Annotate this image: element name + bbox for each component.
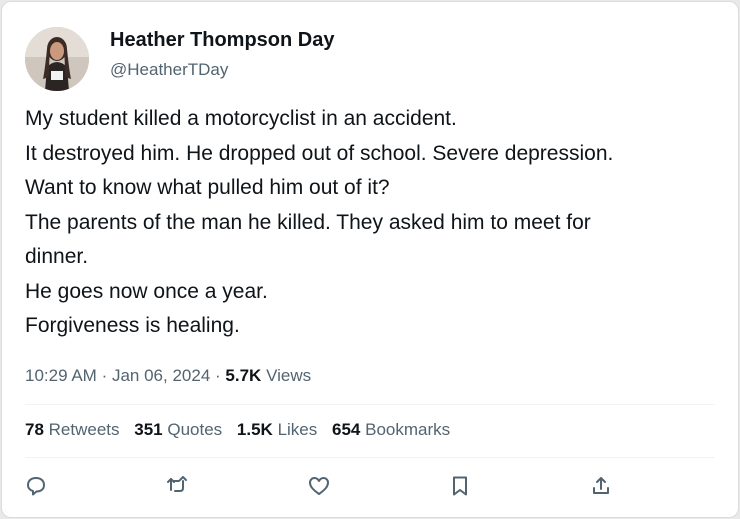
tweet-card: Heather Thompson Day @HeatherTDay My stu… xyxy=(1,1,739,518)
tweet-text: My student killed a motorcyclist in an a… xyxy=(25,102,715,344)
retweet-button[interactable] xyxy=(163,472,191,500)
retweets-count: 78 xyxy=(25,420,44,439)
tweet-time[interactable]: 10:29 AM xyxy=(25,366,97,385)
bookmark-button[interactable] xyxy=(446,472,474,500)
tweet-line: Forgiveness is healing. xyxy=(25,314,240,337)
engagement-stats: 78 Retweets 351 Quotes 1.5K Likes 654 Bo… xyxy=(25,420,460,440)
bookmarks-count: 654 xyxy=(332,420,361,439)
avatar[interactable] xyxy=(25,27,89,91)
quotes-count: 351 xyxy=(134,420,163,439)
views-label: Views xyxy=(266,366,312,385)
tweet-date[interactable]: Jan 06, 2024 xyxy=(112,366,210,385)
likes-stat[interactable]: 1.5K Likes xyxy=(237,420,317,439)
tweet-line: The parents of the man he killed. They a… xyxy=(25,210,591,234)
retweets-label: Retweets xyxy=(48,420,120,439)
bookmark-icon xyxy=(453,476,467,496)
tweet-line: dinner. xyxy=(25,245,89,268)
quotes-stat[interactable]: 351 Quotes xyxy=(134,420,222,439)
meta-separator: · xyxy=(101,366,108,385)
likes-count: 1.5K xyxy=(236,420,273,439)
avatar-image xyxy=(25,27,89,91)
bookmarks-stat[interactable]: 654 Bookmarks xyxy=(332,420,450,439)
tweet-line: My student killed a motorcyclist in an a… xyxy=(25,107,457,130)
tweet-line: He goes now once a year. xyxy=(25,279,268,303)
quotes-label: Quotes xyxy=(167,420,223,439)
tweet-line: Want to know what pulled him out of it? xyxy=(25,176,390,199)
tweet-meta: 10:29 AM · Jan 06, 2024 · 5.7K Views xyxy=(25,366,311,386)
author-name[interactable]: Heather Thompson Day xyxy=(110,29,334,52)
reply-button[interactable] xyxy=(22,472,50,500)
retweet-icon xyxy=(167,476,187,492)
retweets-stat[interactable]: 78 Retweets xyxy=(25,420,120,439)
likes-label: Likes xyxy=(277,420,318,439)
divider xyxy=(25,457,715,458)
divider xyxy=(25,404,715,405)
share-icon xyxy=(593,477,609,494)
tweet-line: It destroyed him. He dropped out of scho… xyxy=(25,141,614,165)
meta-separator: · xyxy=(215,366,221,385)
bookmarks-label: Bookmarks xyxy=(365,420,451,439)
like-button[interactable] xyxy=(305,472,333,500)
views-count: 5.7K xyxy=(225,366,262,385)
reply-icon xyxy=(27,477,45,496)
author-handle[interactable]: @HeatherTDay xyxy=(110,60,228,80)
share-button[interactable] xyxy=(587,472,615,500)
like-icon xyxy=(309,477,329,495)
action-bar xyxy=(2,472,740,502)
